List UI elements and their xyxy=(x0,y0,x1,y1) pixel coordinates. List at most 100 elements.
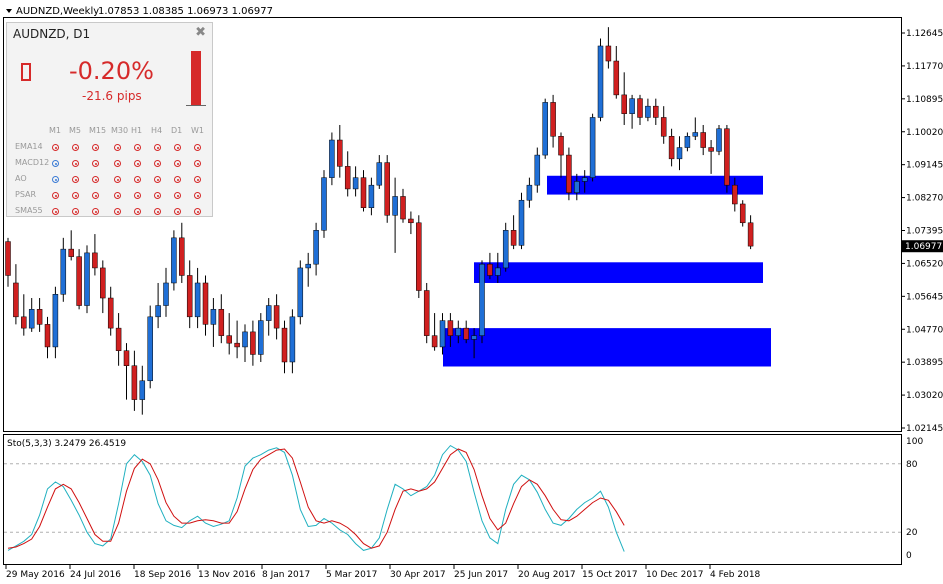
candle-body xyxy=(139,380,146,400)
candle-body xyxy=(147,316,153,382)
candle-body xyxy=(265,305,272,321)
sell-signal-icon xyxy=(134,160,141,167)
sell-signal-icon xyxy=(72,160,79,167)
candle-body xyxy=(463,327,469,340)
candle-body xyxy=(100,267,106,299)
candle-body xyxy=(242,331,248,348)
time-tick-label: 30 Apr 2017 xyxy=(390,570,446,580)
sell-signal-icon xyxy=(72,144,79,151)
price-tick-label: 1.10020 xyxy=(906,128,943,138)
price-tick-label: 1.10895 xyxy=(906,95,943,105)
candle-body xyxy=(84,252,90,306)
timeframe-header: M15 xyxy=(89,126,107,135)
candle-body xyxy=(668,136,675,160)
sell-signal-icon xyxy=(174,192,181,199)
candle-body xyxy=(194,282,201,318)
candle-body xyxy=(218,309,225,336)
time-tick-label: 5 Mar 2017 xyxy=(326,570,377,580)
candle-body xyxy=(447,320,454,336)
timeframe-header: M1 xyxy=(49,126,61,135)
indicator-label: EMA14 xyxy=(15,142,43,151)
candle-body xyxy=(376,162,383,186)
sell-signal-icon xyxy=(194,160,201,167)
oscillator-frame xyxy=(3,434,902,565)
sell-signal-icon xyxy=(72,176,79,183)
sell-signal-icon xyxy=(154,176,161,183)
candle-body xyxy=(44,324,51,348)
zone-rect xyxy=(443,328,771,367)
candle-body xyxy=(692,132,699,137)
candle-body xyxy=(107,297,114,329)
time-tick-label: 10 Dec 2017 xyxy=(646,570,704,580)
candle-body xyxy=(36,309,43,325)
candle-body xyxy=(281,327,288,363)
price-tick-label: 1.04770 xyxy=(906,325,943,335)
candle-body xyxy=(542,102,548,156)
osc-level-label: 0 xyxy=(906,551,912,561)
chart-menu-triangle-icon[interactable] xyxy=(6,9,12,13)
candle-body xyxy=(321,177,327,231)
candle-body xyxy=(739,203,746,224)
candle-body xyxy=(179,237,185,276)
candle-body xyxy=(732,184,738,205)
candle-body xyxy=(431,335,438,348)
time-tick-label: 18 Sep 2016 xyxy=(134,570,191,580)
direction-icon xyxy=(21,63,31,81)
price-tick-label: 1.08270 xyxy=(906,194,943,204)
candle-body xyxy=(202,282,209,325)
sell-signal-icon xyxy=(92,176,99,183)
candle-body xyxy=(250,331,256,355)
sell-signal-icon xyxy=(114,160,121,167)
indicator-label: PSAR xyxy=(15,190,37,199)
price-tick-label: 1.07395 xyxy=(906,227,943,237)
sell-signal-icon xyxy=(154,192,161,199)
timeframe-header: H1 xyxy=(131,126,143,135)
candle-body xyxy=(518,199,525,246)
candle-body xyxy=(21,316,27,329)
candle-body xyxy=(558,136,564,156)
candle-body xyxy=(171,237,177,284)
candle-body xyxy=(273,305,280,329)
strength-bar xyxy=(191,51,201,105)
price-tick-label: 1.11770 xyxy=(906,62,943,72)
buy-signal-icon xyxy=(52,160,59,167)
change-pips: -21.6 pips xyxy=(82,89,142,103)
sell-signal-icon xyxy=(114,192,121,199)
timeframe-header: D1 xyxy=(171,126,183,135)
candle-body xyxy=(605,45,612,62)
panel-title: AUDNZD, D1 xyxy=(13,27,91,41)
time-tick-label: 15 Oct 2017 xyxy=(582,570,638,580)
candle-body xyxy=(589,117,596,178)
candle-body xyxy=(368,184,375,208)
time-tick-label: 20 Aug 2017 xyxy=(518,570,576,580)
sell-signal-icon xyxy=(134,208,141,215)
sell-signal-icon xyxy=(92,160,99,167)
osc-level-label: 80 xyxy=(906,460,918,470)
candle-body xyxy=(660,117,667,137)
sell-signal-icon xyxy=(92,144,99,151)
candle-body xyxy=(234,342,240,348)
time-tick-label: 25 Jun 2017 xyxy=(454,570,508,580)
signal-panel[interactable]: AUDNZD, D1 ✖ -0.20% -21.6 pips M1 M5 M15 M3… xyxy=(6,22,213,217)
price-tick-label: 1.03895 xyxy=(906,358,943,368)
candle-body xyxy=(400,196,406,220)
candle-body xyxy=(297,267,304,318)
timeframe-header: M5 xyxy=(69,126,81,135)
timeframe-header: M30 xyxy=(111,126,129,135)
price-tick-label: 1.09145 xyxy=(906,161,943,171)
time-tick-label: 24 Jul 2016 xyxy=(70,570,121,580)
close-icon[interactable]: ✖ xyxy=(195,25,206,40)
candle-body xyxy=(13,282,19,318)
candle-body xyxy=(645,105,651,118)
candle-body xyxy=(163,282,169,306)
sell-signal-icon xyxy=(174,208,181,215)
time-tick-label: 4 Feb 2018 xyxy=(710,570,761,580)
strength-bar-base xyxy=(186,105,206,106)
candle-body xyxy=(637,98,643,118)
osc-level-label: 100 xyxy=(906,437,923,447)
candle-body xyxy=(526,184,533,201)
candle-body xyxy=(5,241,11,276)
candle-body xyxy=(716,128,722,152)
sell-signal-icon xyxy=(52,192,59,199)
candle-body xyxy=(653,105,659,118)
